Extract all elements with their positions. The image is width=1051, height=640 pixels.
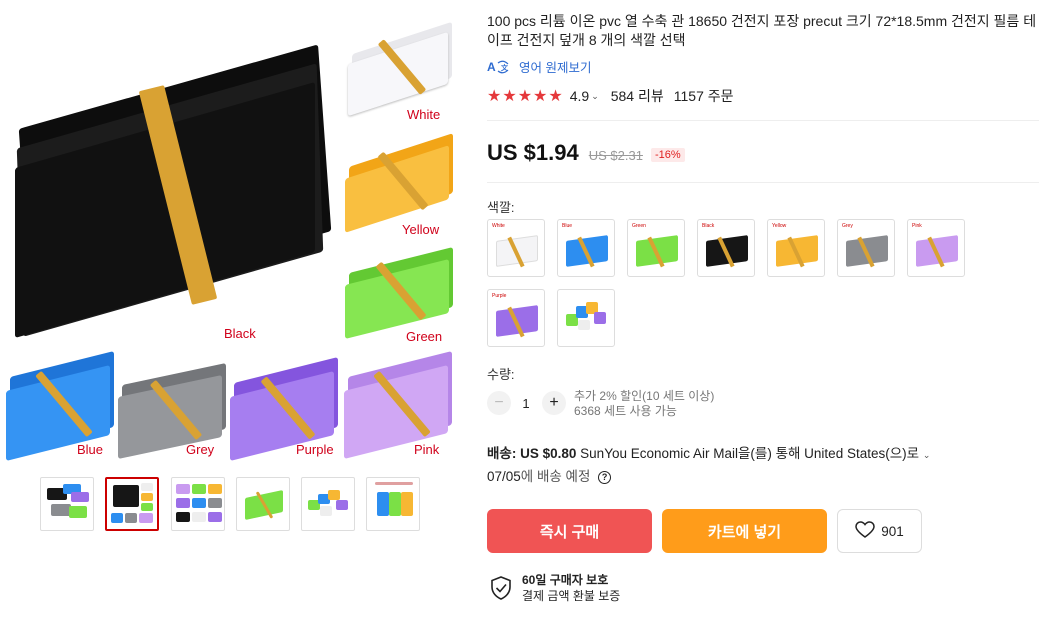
swatch-yellow[interactable]: Yellow [767, 219, 825, 277]
quantity-increase-button[interactable]: + [542, 391, 566, 415]
translate-icon: A 文 [487, 59, 511, 75]
star-rating-icons: ★★★★★ [487, 88, 564, 105]
wishlist-count: 901 [881, 523, 904, 539]
thumbnail-5[interactable] [301, 477, 355, 531]
yellow-label: Yellow [402, 222, 440, 237]
thumbnail-3[interactable] [171, 477, 225, 531]
quantity-note: 추가 2% 할인(10 세트 이상) 6368 세트 사용 가능 [574, 389, 714, 419]
swatch-green[interactable]: Green [627, 219, 685, 277]
thumbnail-4[interactable] [236, 477, 290, 531]
shield-check-icon [490, 576, 512, 600]
quantity-value[interactable]: 1 [518, 396, 534, 411]
color-label: 색깔: [487, 200, 515, 215]
thumbnail-strip [40, 477, 420, 531]
pink-label: Pink [414, 442, 440, 457]
swatch-mixed[interactable] [557, 289, 615, 347]
wishlist-button[interactable]: 901 [837, 509, 922, 553]
shipping-info: 배송: US $0.80 SunYou Economic Air Mail을(를… [487, 443, 987, 488]
discount-badge: -16% [650, 148, 685, 162]
shipping-label: 배송: [487, 446, 517, 461]
swatch-black[interactable]: Black [697, 219, 755, 277]
black-label: Black [224, 326, 256, 341]
shipping-method[interactable]: SunYou Economic Air Mail을(를) 통해 United S… [580, 446, 919, 461]
delivery-date: 07/05 [487, 469, 521, 484]
purple-label: Purple [296, 442, 334, 457]
review-count[interactable]: 584 리뷰 [611, 86, 664, 106]
help-icon[interactable]: ? [598, 470, 612, 484]
swatch-white[interactable]: White [487, 219, 545, 277]
quantity-decrease-button[interactable]: − [487, 391, 511, 415]
yellow-sleeve-stack [345, 132, 457, 233]
delivery-suffix: 에 배송 예정 [520, 469, 591, 484]
stock-available: 6368 세트 사용 가능 [574, 404, 677, 418]
guarantee-title: 60일 구매자 보호 [522, 573, 609, 587]
thumbnail-6[interactable] [366, 477, 420, 531]
original-price: US $2.31 [588, 148, 643, 163]
buy-now-button[interactable]: 즉시 구매 [487, 509, 652, 553]
buyer-protection: 60일 구매자 보호 결제 금액 환불 보증 [490, 572, 620, 604]
rating-row: ★★★★★ 4.9 ⌄ 584 리뷰 1157 주문 [487, 86, 734, 106]
current-price: US $1.94 [487, 140, 579, 165]
thumbnail-2-selected[interactable] [105, 477, 159, 531]
black-sleeve-stack [15, 44, 335, 339]
add-to-cart-button[interactable]: 카트에 넣기 [662, 509, 827, 553]
swatch-blue[interactable]: Blue [557, 219, 615, 277]
white-sleeve-stack [348, 20, 454, 117]
chevron-down-icon[interactable]: ⌄ [923, 450, 931, 460]
svg-text:A: A [487, 60, 496, 74]
blue-label: Blue [77, 442, 104, 457]
product-title: 100 pcs 리튬 이온 pvc 열 수축 관 18650 건전지 포장 pr… [487, 13, 1037, 48]
quantity-label: 수량: [487, 367, 515, 382]
guarantee-subtitle: 결제 금액 환불 보증 [522, 589, 621, 603]
chevron-down-icon[interactable]: ⌄ [591, 91, 599, 102]
divider [487, 182, 1039, 183]
divider [487, 120, 1039, 121]
price-row: US $1.94 US $2.31 -16% [487, 140, 685, 166]
main-product-image[interactable]: Black White Yellow Green Blue Grey Purpl… [0, 0, 462, 466]
swatch-grey[interactable]: Grey [837, 219, 895, 277]
order-count: 1157 주문 [673, 88, 734, 104]
green-sleeve-stack [345, 244, 457, 339]
translate-link[interactable]: A 文 영어 원제보기 [487, 57, 591, 76]
rating-value[interactable]: 4.9 [570, 88, 589, 104]
white-label: White [407, 107, 441, 122]
bulk-discount-note: 추가 2% 할인(10 세트 이상) [574, 389, 715, 403]
translate-label: 영어 원제보기 [519, 61, 592, 75]
swatch-pink[interactable]: Pink [907, 219, 965, 277]
thumbnail-1[interactable] [40, 477, 94, 531]
shipping-price: US $0.80 [520, 446, 577, 461]
svg-text:文: 文 [501, 63, 509, 72]
heart-icon [855, 520, 875, 542]
swatch-purple[interactable]: Purple [487, 289, 545, 347]
green-label: Green [406, 329, 443, 344]
grey-label: Grey [186, 442, 215, 457]
